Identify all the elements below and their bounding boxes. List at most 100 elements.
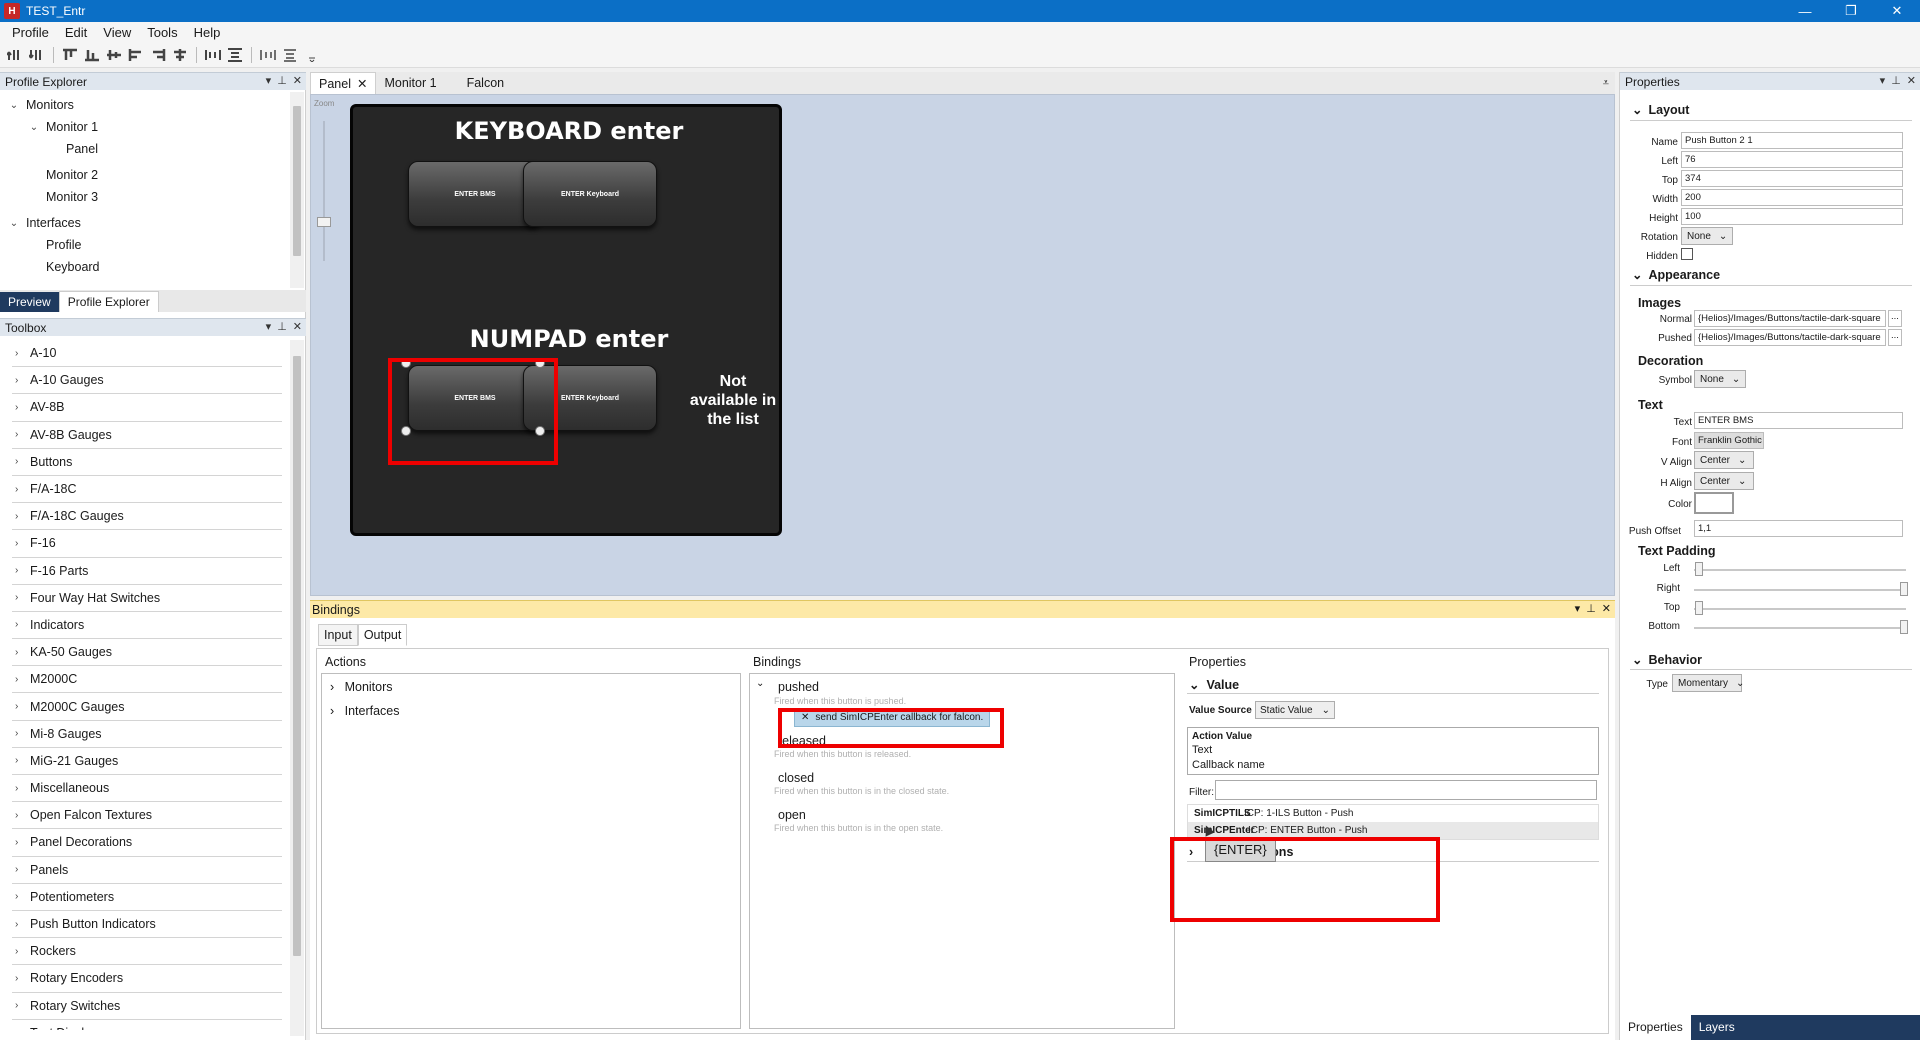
close-icon[interactable]: ✕ [1602,602,1611,615]
menu-edit[interactable]: Edit [57,25,95,40]
toolbox-item[interactable]: › A-10 [12,340,282,368]
align-top-icon[interactable] [61,47,79,63]
chevron-right-icon[interactable]: › [12,456,30,467]
toolbox-item[interactable]: › A-10 Gauges [12,367,282,395]
behavior-section[interactable]: ⌄ Behavior [1632,652,1702,668]
toolbar-overflow-icon[interactable] [303,47,321,63]
toolbox-item[interactable]: › AV-8B [12,394,282,422]
pad-top-slider[interactable] [1694,608,1906,610]
close-window-button[interactable]: ✕ [1874,0,1920,22]
pushed-image-input[interactable]: {Helios}/Images/Buttons/tactile-dark-squ… [1694,329,1886,346]
chevron-right-icon[interactable]: › [12,484,30,495]
chevron-right-icon[interactable]: › [12,701,30,712]
chevron-down-icon[interactable]: ⌄ [1632,267,1642,282]
value-section[interactable]: ⌄ Value [1189,677,1239,692]
slider-knob[interactable] [1900,582,1908,596]
toolbox-item[interactable]: › KA-50 Gauges [12,639,282,667]
toolbox-item[interactable]: ›Text Displays [12,1020,282,1030]
tab-profile-explorer[interactable]: Profile Explorer [58,291,159,312]
layout-section[interactable]: ⌄ Layout [1632,102,1689,118]
chevron-right-icon[interactable]: › [330,680,334,694]
toolbox-item[interactable]: › Push Button Indicators [12,911,282,939]
toolbox-item[interactable]: › MiG-21 Gauges [12,748,282,775]
normal-browse-button[interactable]: ... [1888,310,1902,327]
panel-menu-icon[interactable]: ▾ [266,74,272,87]
chevron-right-icon[interactable]: › [12,565,30,576]
chevron-down-icon[interactable]: ⌄ [1632,652,1642,667]
pad-right-slider[interactable] [1694,589,1906,591]
chevron-down-icon[interactable]: ⌄ [756,678,764,689]
toolbox-item[interactable]: › Rotary Switches [12,993,282,1020]
tree-item-monitors[interactable]: ⌄ Monitors [0,94,290,116]
space-vertical-icon[interactable] [281,47,299,63]
filter-input[interactable] [1215,780,1597,800]
chevron-right-icon[interactable]: › [12,728,30,739]
chevron-right-icon[interactable]: › [12,755,30,766]
panel-menu-icon[interactable]: ▾ [1880,74,1886,87]
toolbox-item[interactable]: › Open Falcon Textures [12,802,282,830]
chevron-right-icon[interactable]: › [12,375,30,386]
scrollbar-thumb[interactable] [293,106,301,256]
toolbox-scrollbar[interactable] [290,340,304,1036]
chevron-right-icon[interactable]: › [12,891,30,902]
tree-item-monitor-2[interactable]: Monitor 2 [0,164,290,186]
bring-forward-icon[interactable] [6,47,24,63]
align-middle-icon[interactable] [105,47,123,63]
chevron-right-icon[interactable]: › [12,783,30,794]
tree-item-monitor-3[interactable]: Monitor 3 [0,186,290,208]
top-input[interactable]: 374 [1681,170,1903,187]
pad-bottom-slider[interactable] [1694,627,1906,629]
minimize-button[interactable]: — [1782,0,1828,22]
pin-icon[interactable]: ⊥ [277,74,287,87]
appearance-section[interactable]: ⌄ Appearance [1632,267,1720,283]
type-select[interactable]: Momentary ⌄ [1672,674,1744,692]
toolbox-item[interactable]: › Mi-8 Gauges [12,721,282,748]
chevron-right-icon[interactable]: › [12,810,30,821]
align-center-icon[interactable] [171,47,189,63]
toolbox-item[interactable]: › F/A-18C [12,476,282,504]
toolbox-item[interactable]: › Panel Decorations [12,829,282,857]
toolbox-item[interactable]: › Four Way Hat Switches [12,585,282,612]
tree-item-interfaces[interactable]: ⌄ Interfaces [0,212,290,234]
tab-layers[interactable]: Layers [1691,1015,1743,1040]
toolbox-item[interactable]: › Miscellaneous [12,775,282,803]
close-icon[interactable]: ✕ [1907,74,1916,87]
toolbox-item[interactable]: › Buttons [12,449,282,476]
pin-icon[interactable]: ⊥ [1586,602,1596,615]
width-input[interactable]: 200 [1681,189,1903,206]
chevron-right-icon[interactable]: › [12,837,30,848]
event-closed[interactable]: closed [778,771,814,785]
color-swatch[interactable] [1694,492,1734,514]
zoom-track[interactable] [323,121,325,261]
panel-device[interactable]: KEYBOARD enter ENTER BMS ENTER Keyboard … [350,104,782,536]
toolbox-item[interactable]: › F/A-18C Gauges [12,503,282,531]
explorer-scrollbar[interactable] [290,92,304,288]
chevron-right-icon[interactable]: › [12,348,30,359]
toolbox-item[interactable]: › Panels [12,857,282,884]
align-right-icon[interactable] [149,47,167,63]
chevron-right-icon[interactable]: › [12,538,30,549]
chevron-right-icon[interactable]: › [12,429,30,440]
enter-keyboard-button-top[interactable]: ENTER Keyboard [523,161,657,227]
tab-monitor-1[interactable]: Monitor 1 [376,72,444,94]
symbol-select[interactable]: None ⌄ [1694,370,1746,388]
align-left-icon[interactable] [127,47,145,63]
distribute-vertical-icon[interactable] [226,47,244,63]
toolbox-item[interactable]: › Potentiometers [12,884,282,911]
tab-falcon[interactable]: Falcon [459,72,513,94]
tab-output[interactable]: Output [357,624,408,646]
pin-icon[interactable]: ⊥ [277,320,287,333]
callback-item[interactable]: SimICPTILS ICP: 1-ILS Button - Push [1188,805,1598,822]
chevron-down-icon[interactable]: ⌄ [8,100,20,111]
halign-select[interactable]: Center ⌄ [1694,472,1754,490]
push-offset-input[interactable]: 1,1 [1694,520,1903,537]
valign-select[interactable]: Center ⌄ [1694,451,1754,469]
chevron-down-icon[interactable]: ⌄ [8,218,20,229]
left-input[interactable]: 76 [1681,151,1903,168]
distribute-horizontal-icon[interactable] [204,47,222,63]
scrollbar-thumb[interactable] [293,356,301,956]
chevron-right-icon[interactable]: › [12,402,30,413]
chevron-right-icon[interactable]: › [12,973,30,984]
panel-menu-icon[interactable]: ▾ [266,320,272,333]
pushed-browse-button[interactable]: ... [1888,329,1902,346]
